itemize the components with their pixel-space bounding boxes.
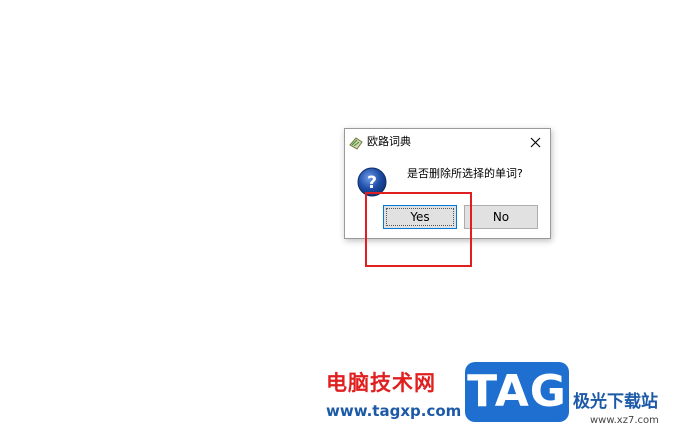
- watermark-download-site: 极光下载站: [573, 392, 658, 412]
- question-icon: ?: [357, 167, 387, 197]
- watermark-download-url: www.xz7.com: [590, 415, 659, 426]
- close-icon: [530, 133, 541, 152]
- yes-button[interactable]: Yes: [383, 205, 457, 229]
- confirm-dialog: 欧路词典 ? 是否删除所选择的单词? Yes No: [344, 128, 551, 239]
- svg-text:?: ?: [367, 173, 377, 193]
- dialog-titlebar[interactable]: 欧路词典: [345, 129, 550, 155]
- watermark-site-name: 电脑技术网: [326, 371, 436, 395]
- watermark-logo: TAG: [465, 362, 569, 422]
- dialog-title: 欧路词典: [367, 135, 411, 148]
- eudic-app-icon: [349, 135, 363, 150]
- no-button[interactable]: No: [464, 205, 538, 229]
- close-button[interactable]: [520, 129, 550, 155]
- watermark-site-url: www.tagxp.com: [326, 402, 462, 420]
- dialog-message: 是否删除所选择的单词?: [407, 167, 523, 180]
